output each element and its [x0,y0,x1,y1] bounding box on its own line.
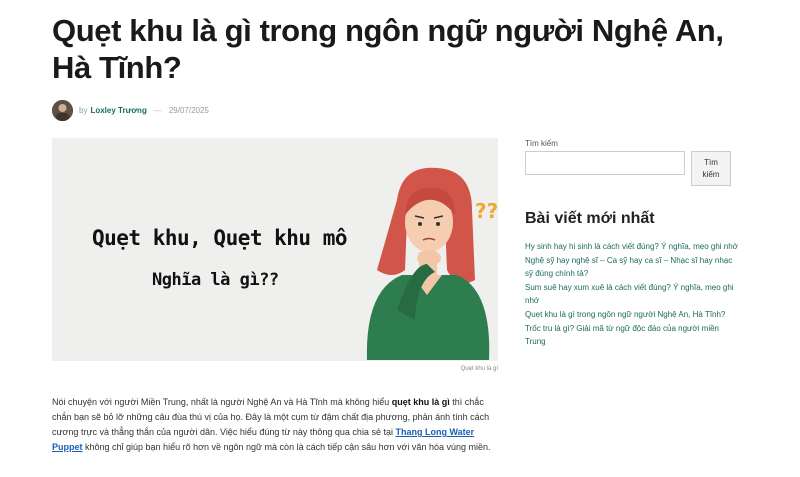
recent-post-link[interactable]: Nghệ sỹ hay nghệ sĩ – Ca sỹ hay ca sĩ – … [525,254,740,280]
image-caption: Quẹt khu là gì [460,366,498,372]
recent-post-link[interactable]: Hy sinh hay hi sinh là cách viết đúng? Ý… [525,240,740,253]
by-label: by [79,105,88,115]
featured-image: Quẹt khu, Quẹt khu mô Nghĩa là gì?? ?? [52,138,498,361]
recent-posts-list: Hy sinh hay hi sinh là cách viết đúng? Ý… [525,240,740,349]
question-marks: ?? [475,199,497,223]
post-meta: by Loxley Trương — 29/07/2025 [52,99,209,121]
recent-posts-heading: Bài viết mới nhất [525,210,655,227]
post-date: 29/07/2025 [168,105,209,115]
recent-post-link[interactable]: Sum suê hay xum xuê là cách viết đúng? Ý… [525,281,740,307]
recent-post-link[interactable]: Quẹt khu là gì trong ngôn ngữ người Nghệ… [525,308,740,321]
meta-separator: — [153,105,162,115]
search-button[interactable]: Tìm kiếm [691,151,731,186]
featured-text-line2: Nghĩa là gì?? [152,270,279,290]
search-input[interactable] [525,151,685,175]
post-title: Quẹt khu là gì trong ngôn ngữ người Nghệ… [52,13,724,85]
author-avatar[interactable] [52,99,73,121]
search-label: Tìm kiếm [525,139,558,148]
thinking-girl-illustration: ?? [366,167,497,360]
author-link[interactable]: Loxley Trương [90,106,146,115]
intro-paragraph: Nói chuyện với người Miền Trung, nhất là… [52,397,491,452]
recent-post-link[interactable]: Trốc tru là gì? Giải mã từ ngữ độc đáo c… [525,322,740,348]
keyword-bold: quẹt khu là gì [391,397,450,407]
featured-text-line1: Quẹt khu, Quẹt khu mô [92,226,348,250]
